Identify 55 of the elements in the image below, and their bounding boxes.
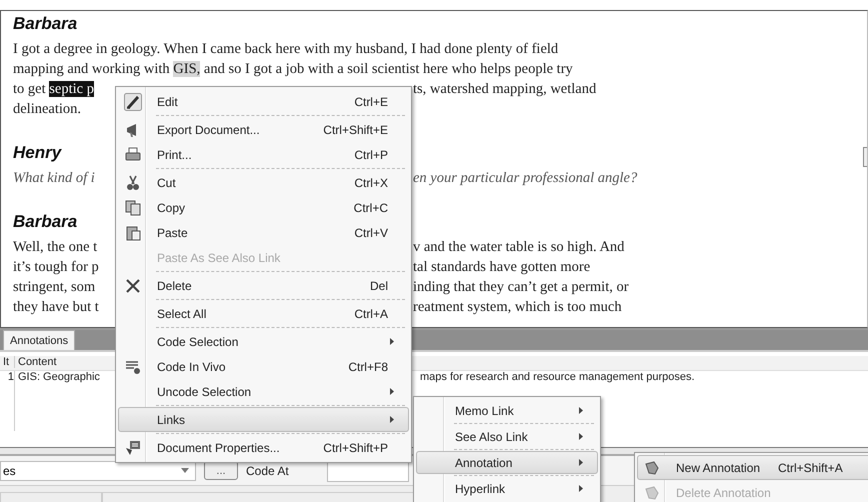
menu-item[interactable]: Export Document... Ctrl+Shift+E [118, 117, 409, 142]
menu-item[interactable]: Uncode Selection [118, 379, 409, 404]
speaker-name: Barbara [13, 14, 78, 34]
column-header[interactable]: Content [15, 356, 57, 368]
dropdown-arrow-icon [181, 468, 189, 473]
pen-icon [124, 92, 142, 110]
paste-icon [125, 224, 141, 240]
document-text: Well, the one t [13, 239, 98, 255]
document-text: I got a degree in geology. When I came back here with my husband, I had done plenty of field [13, 41, 558, 57]
code-lines-icon [125, 358, 141, 374]
delete-icon [125, 278, 141, 294]
selected-text: septic p [49, 81, 94, 97]
properties-icon [125, 440, 141, 456]
menu-item[interactable]: Copy Ctrl+C [118, 195, 409, 220]
menu-item[interactable]: New Annotation Ctrl+Shift+A [637, 455, 868, 480]
menu-item[interactable]: Select All Ctrl+A [118, 301, 409, 326]
menu-item[interactable]: Cut Ctrl+X [118, 170, 409, 195]
menu-item[interactable]: Annotation [416, 451, 598, 474]
menu-item[interactable]: Code In Vivo Ctrl+F8 [118, 354, 409, 379]
document-text: v and the water table is so high. And [413, 238, 626, 257]
document-text: mapping and working with GIS, and so I got a job with a soil scientist here who helps people try [13, 61, 573, 77]
document-text: tal standards have gotten more [413, 258, 592, 277]
scissors-icon [125, 174, 141, 190]
document-text: stringent, som [13, 279, 96, 295]
scrollbar-thumb[interactable] [863, 147, 867, 167]
copy-icon [125, 200, 141, 216]
menu-item[interactable]: Print... Ctrl+P [118, 142, 409, 167]
document-text: inding that they can’t get a permit, or [413, 278, 630, 297]
table-cell: maps for research and resource management purposes. [420, 371, 695, 383]
annotations-tab[interactable]: Annotations [3, 330, 76, 350]
menu-item[interactable]: Delete Del [118, 273, 409, 298]
code-combo-box[interactable]: es [0, 460, 196, 480]
document-text: ts, watershed mapping, wetland [413, 80, 598, 99]
column-header[interactable]: It [0, 356, 15, 368]
document-text: reatment system, which is too much [413, 298, 623, 317]
menu-item[interactable]: See Also Link [416, 425, 598, 448]
menu-item[interactable]: Memo Link [416, 399, 598, 422]
document-text: to get [13, 81, 47, 97]
table-cell: 1 [0, 371, 15, 431]
menu-item[interactable]: Paste Ctrl+V [118, 220, 409, 245]
speaker-name: Henry [13, 143, 62, 163]
code-at-label: Code At [246, 464, 289, 478]
menu-item[interactable]: Links [118, 407, 409, 432]
document-text: delineation. [13, 101, 82, 117]
menu-item[interactable]: Hyperlink [416, 477, 598, 500]
printer-icon [125, 146, 141, 162]
speaker-name: Barbara [13, 212, 78, 232]
table-cell-text: GIS: Geographic [17, 371, 101, 383]
document-text: en your particular professional angle? [413, 169, 638, 188]
menu-item[interactable]: Edit Ctrl+E [118, 89, 409, 114]
menu-item[interactable]: Document Properties... Ctrl+Shift+P [118, 435, 409, 460]
document-text: they have but t [13, 299, 99, 315]
document-text: it’s tough for p [13, 259, 99, 275]
document-text: What kind of i [13, 170, 95, 186]
menu-item[interactable]: Code Selection [118, 329, 409, 354]
